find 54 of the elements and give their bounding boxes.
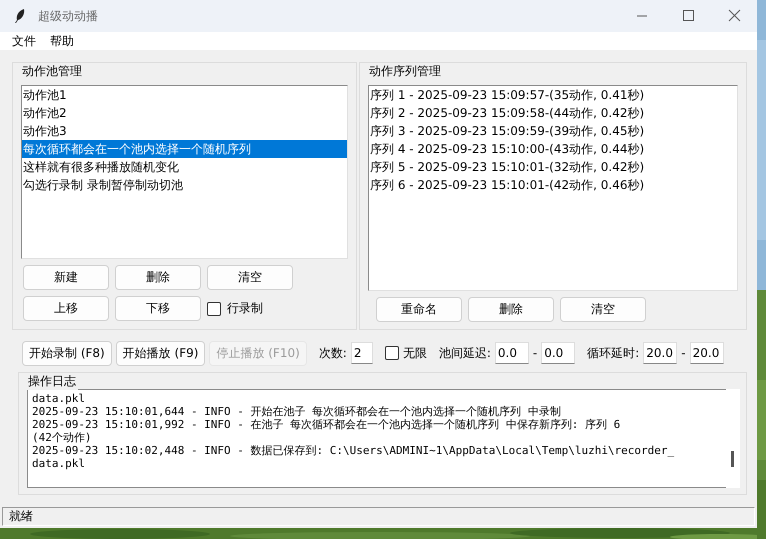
checkbox[interactable]	[207, 302, 221, 316]
delay-field[interactable]: 20.0	[690, 342, 724, 364]
log-area[interactable]	[27, 389, 726, 488]
log-line: data.pkl	[32, 392, 86, 405]
scrollbar-thumb[interactable]	[731, 451, 734, 467]
checkbox-label: 行录制	[227, 300, 263, 317]
button[interactable]: 删除	[115, 265, 201, 290]
list-item[interactable]: 序列 1 - 2025-09-23 15:09:57-(35动作, 0.41秒)	[369, 86, 737, 104]
button[interactable]: 开始播放 (F9)	[116, 340, 206, 366]
button[interactable]: 删除	[468, 297, 554, 322]
feather-icon	[14, 8, 26, 24]
checkbox-label: 无限	[402, 344, 427, 362]
group-title: 动作池管理	[20, 63, 84, 80]
sequence-list[interactable]	[368, 85, 738, 291]
button[interactable]: 下移	[115, 296, 201, 321]
separator-text: -	[681, 346, 686, 360]
list-item[interactable]: 序列 3 - 2025-09-23 15:09:59-(39动作, 0.45秒)	[369, 122, 737, 140]
button[interactable]: 重命名	[376, 297, 462, 322]
list-item[interactable]: 这样就有很多种播放随机变化	[22, 158, 347, 176]
log-line: 2025-09-23 15:10:01,992 - INFO - 在池子 每次循环都会在一个池内选择一个随机序列 中保存新序列: 序列 6	[32, 418, 622, 431]
list-item[interactable]: 序列 6 - 2025-09-23 15:10:01-(42动作, 0.46秒)	[369, 176, 737, 194]
button[interactable]: 清空	[207, 265, 293, 290]
delay-field[interactable]: 20.0	[643, 342, 678, 364]
list-item[interactable]: 勾选行录制 录制暂停制动切池	[22, 176, 347, 194]
delay-field[interactable]: 0.0	[541, 342, 576, 364]
delay-field[interactable]: 0.0	[494, 342, 529, 364]
status-bar: 就绪	[2, 507, 755, 526]
window-title: 超级动动播	[38, 8, 98, 24]
list-item[interactable]: 序列 5 - 2025-09-23 15:10:01-(32动作, 0.42秒)	[369, 158, 737, 176]
group-title: 操作日志	[26, 373, 78, 390]
list-item[interactable]: 动作池1	[22, 86, 347, 104]
button[interactable]: 清空	[560, 297, 646, 322]
field-label: 次数:	[318, 344, 347, 362]
pool-list[interactable]: 动作池1 动作池2 动作池3 每次循环都会在一个池内选择一个随机序列 这样就有很多种播放随机变化 勾选行录制 录制暂停制动切池	[21, 85, 348, 259]
log-line: data.pkl	[32, 457, 86, 470]
menu-item[interactable]: 帮助	[46, 32, 78, 50]
separator-text: -	[532, 346, 538, 360]
list-item[interactable]: 动作池3	[22, 122, 347, 140]
field-label: 池间延迟:	[438, 344, 491, 362]
log-line: (42个动作)	[32, 431, 92, 444]
list-item[interactable]: 动作池2	[22, 104, 347, 122]
list-item[interactable]: 每次循环都会在一个池内选择一个随机序列	[22, 140, 347, 158]
count-field[interactable]: 2	[350, 342, 373, 364]
checkbox[interactable]	[384, 346, 399, 360]
button[interactable]: 新建	[23, 265, 109, 290]
list-item[interactable]: 序列 2 - 2025-09-23 15:09:58-(44动作, 0.42秒)	[369, 104, 737, 122]
menu-item[interactable]: 文件	[8, 32, 40, 50]
button[interactable]: 上移	[23, 296, 109, 321]
group-title: 动作序列管理	[367, 63, 443, 80]
log-line: 2025-09-23 15:10:02,448 - INFO - 数据已保存到: C:\Users\ADMINI~1\AppData\Local\Temp\luzhi\recorder_	[32, 444, 676, 457]
field-label: 循环延时:	[587, 344, 640, 362]
button[interactable]: 开始录制 (F8)	[22, 340, 112, 366]
log-line: 2025-09-23 15:10:01,644 - INFO - 开始在池子 每次循环都会在一个池内选择一个随机序列 中录制	[32, 405, 562, 418]
list-item[interactable]: 序列 4 - 2025-09-23 15:10:00-(43动作, 0.44秒)	[369, 140, 737, 158]
